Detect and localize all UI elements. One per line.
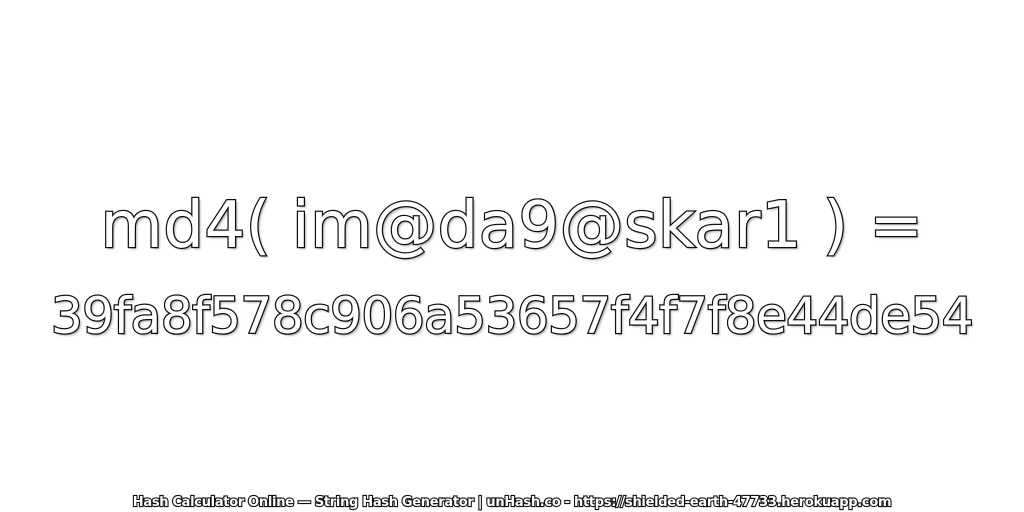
hash-image-canvas: md4( im@da9@skar1 ) = 39fa8f578c906a5365… [0, 0, 1024, 512]
hash-expression: md4( im@da9@skar1 ) = [99, 188, 924, 265]
footer-credit: Hash Calculator Online — String Hash Gen… [132, 494, 893, 511]
hash-result: 39fa8f578c906a53657f4f7f8e44de54 [50, 286, 975, 347]
